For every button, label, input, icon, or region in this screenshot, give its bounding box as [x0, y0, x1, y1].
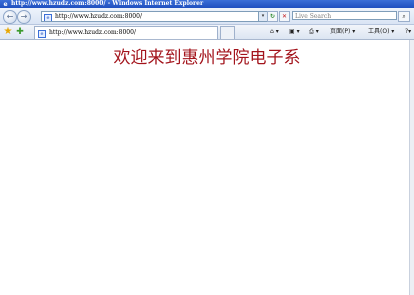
tab-label: http://www.hzudz.com:8000/: [49, 29, 136, 36]
feeds-button[interactable]: ▣ ▾: [289, 27, 300, 37]
address-bar[interactable]: e http://www.hzudz.com:8000/ ▾: [41, 11, 268, 22]
tab-bar: ★ ✚ e http://www.hzudz.com:8000/ ⌂ ▾ ▣ ▾ …: [0, 25, 414, 40]
navigation-bar: ← → e http://www.hzudz.com:8000/ ▾ ↻ ✕ Li…: [0, 8, 414, 25]
tools-menu-button[interactable]: 工具(O) ▾: [368, 27, 394, 37]
home-button[interactable]: ⌂ ▾: [270, 27, 279, 37]
help-button[interactable]: ?▾: [405, 27, 411, 37]
refresh-icon: ↻: [269, 13, 276, 20]
window-title: http://www.hzudz.com:8000/ - Windows Int…: [11, 0, 204, 7]
address-dropdown-button[interactable]: ▾: [258, 12, 267, 21]
ie-logo-icon: e: [3, 1, 8, 8]
back-arrow-icon: ←: [6, 12, 14, 21]
new-tab-button[interactable]: [220, 26, 235, 39]
tab-current[interactable]: e http://www.hzudz.com:8000/: [34, 26, 218, 39]
search-button[interactable]: ⌕: [398, 11, 410, 22]
forward-arrow-icon: →: [20, 12, 28, 21]
stop-button[interactable]: ✕: [279, 11, 290, 22]
tab-page-icon: e: [38, 30, 46, 38]
address-url: http://www.hzudz.com:8000/: [55, 13, 142, 20]
back-button[interactable]: ←: [3, 10, 17, 24]
forward-button[interactable]: →: [17, 10, 31, 24]
refresh-button[interactable]: ↻: [267, 11, 278, 22]
vertical-scrollbar[interactable]: [409, 40, 414, 295]
print-button[interactable]: ⎙ ▾: [309, 27, 319, 37]
search-icon: ⌕: [402, 13, 406, 20]
window-titlebar: e http://www.hzudz.com:8000/ - Windows In…: [0, 0, 414, 8]
search-input[interactable]: Live Search: [292, 11, 397, 20]
add-favorites-icon[interactable]: ✚: [15, 27, 25, 37]
page-heading: 欢迎来到惠州学院电子系: [113, 48, 301, 68]
stop-icon: ✕: [281, 13, 288, 20]
page-icon: e: [44, 14, 52, 21]
page-content: [0, 40, 409, 295]
page-menu-button[interactable]: 页面(P) ▾: [330, 27, 355, 37]
favorites-star-icon[interactable]: ★: [3, 27, 13, 37]
